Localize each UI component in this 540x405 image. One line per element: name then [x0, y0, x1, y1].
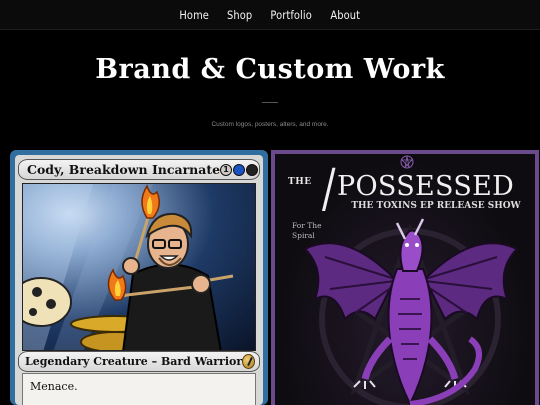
card-rules-text: Menace. — [30, 380, 78, 393]
nav-home-link[interactable]: Home — [180, 8, 210, 22]
card-name: Cody, Breakdown Incarnate — [27, 162, 221, 177]
page-title: Brand & Custom Work — [95, 54, 445, 85]
mana-black-icon — [246, 163, 259, 176]
set-symbol-icon — [242, 354, 255, 369]
drummer-illustration — [23, 184, 234, 350]
portfolio-gallery: Cody, Breakdown Incarnate 1 Legendary Cr… — [10, 150, 540, 405]
nav-portfolio-link[interactable]: Portfolio — [270, 8, 311, 22]
title-divider — [262, 102, 278, 103]
trading-card-artwork[interactable]: Cody, Breakdown Incarnate 1 Legendary Cr… — [10, 150, 268, 405]
nav-about-link[interactable]: About — [331, 8, 361, 22]
poster-the: THE — [288, 177, 312, 187]
card-text-box: Menace. — [22, 373, 256, 405]
top-nav: Home Shop Portfolio About — [0, 0, 540, 30]
pentagram-icon — [400, 155, 414, 169]
dragon-illustration — [303, 218, 519, 405]
card-name-bar: Cody, Breakdown Incarnate 1 — [18, 159, 260, 180]
nav-shop-link[interactable]: Shop — [227, 8, 252, 22]
mana-blue-icon — [233, 163, 246, 176]
card-type-line: Legendary Creature – Bard Warrior — [25, 355, 243, 368]
card-type-bar: Legendary Creature – Bard Warrior — [18, 351, 260, 372]
poster-band-name: POSSESSED — [337, 171, 515, 202]
page-subtitle: Custom logos, posters, alters, and more. — [211, 121, 329, 128]
mana-generic-icon: 1 — [220, 163, 233, 176]
mana-cost: 1 — [220, 163, 263, 176]
card-illustration — [22, 183, 256, 351]
band-poster-artwork[interactable]: THE / POSSESSED THE TOXINS EP RELEASE SH… — [271, 150, 539, 405]
